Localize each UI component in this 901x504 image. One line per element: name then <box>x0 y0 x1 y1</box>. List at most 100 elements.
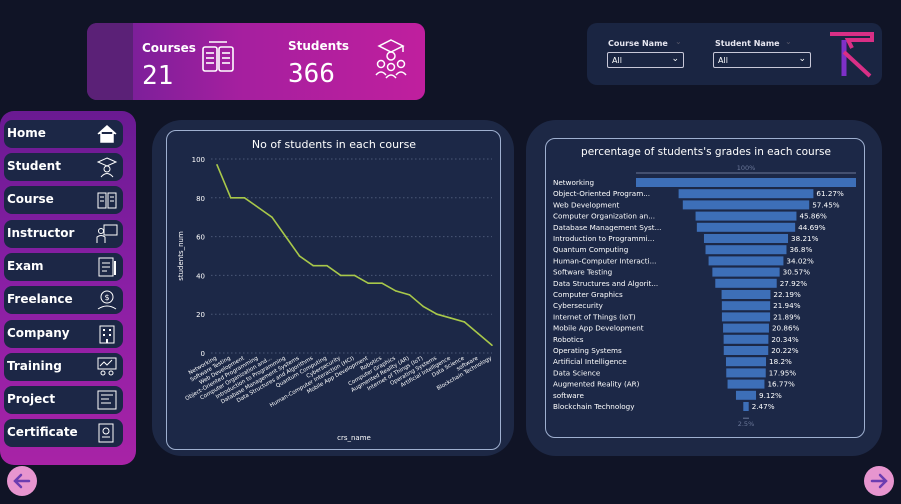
bar <box>727 379 765 389</box>
bar <box>696 222 796 232</box>
chevron-down-icon: ⌄ <box>671 54 679 64</box>
course-filter-chevron-icon[interactable]: ⌄ <box>675 37 682 46</box>
y-tick-label: 0 <box>201 350 205 358</box>
value-label: 61.27% <box>816 189 844 198</box>
data-point <box>477 332 480 335</box>
data-point <box>257 206 260 209</box>
data-point <box>298 255 301 257</box>
value-label: 22.19% <box>773 290 801 299</box>
value-label: 16.77% <box>767 380 795 389</box>
sidebar-item-student[interactable]: Student <box>4 153 123 181</box>
category-label: Introduction to Programmi... <box>553 234 655 243</box>
course-filter-select[interactable]: All ⌄ <box>607 52 684 68</box>
sidebar-item-exam[interactable]: Exam <box>4 253 123 281</box>
kpi-card: Courses 21 Students 366 <box>87 23 425 100</box>
y-tick-label: 40 <box>196 272 205 280</box>
value-label: 45.86% <box>799 212 827 221</box>
arrow-left-icon <box>13 473 31 489</box>
data-point <box>436 313 438 315</box>
value-label: 20.22% <box>771 346 799 355</box>
sidebar-item-company[interactable]: Company <box>4 320 123 348</box>
kpi-band <box>87 23 133 100</box>
category-label: Software Testing <box>553 268 612 277</box>
sidebar-item-label: Project <box>7 392 56 406</box>
category-label: Database Management Syst... <box>553 223 661 232</box>
sidebar-item-home[interactable]: Home <box>4 120 123 148</box>
value-label: 34.02% <box>786 256 814 265</box>
next-page-button[interactable] <box>864 466 894 496</box>
sidebar-item-label: Company <box>7 326 70 340</box>
sidebar-item-training[interactable]: Training <box>4 353 123 381</box>
home-icon <box>95 122 119 146</box>
category-label: Human-Computer Interacti... <box>553 256 656 265</box>
chevron-down-icon: ⌄ <box>798 54 806 64</box>
bar <box>723 346 769 355</box>
data-point <box>394 290 397 292</box>
sidebar-item-course[interactable]: Course <box>4 186 123 214</box>
data-point <box>284 235 287 238</box>
training-icon <box>95 355 119 379</box>
category-label: Object-Oriented Program... <box>553 189 650 198</box>
sidebar-item-freelance[interactable]: Freelance $ <box>4 286 123 314</box>
bar-chart-title: percentage of students's grades in each … <box>581 146 831 158</box>
line-chart-panel: No of students in each course 0 20 40 60 80 10… <box>166 130 501 450</box>
y-tick-label: 80 <box>196 195 205 203</box>
value-label: 21.89% <box>773 312 801 321</box>
teacher-icon <box>95 222 119 246</box>
bar-chart-panel: percentage of students's grades in each … <box>545 138 865 438</box>
sidebar-item-label: Instructor <box>7 226 75 240</box>
courses-label: Courses <box>142 41 196 55</box>
category-label: Computer Organization an... <box>553 212 655 221</box>
bar <box>703 234 789 243</box>
arrow-right-icon <box>870 473 888 489</box>
value-label: 17.95% <box>769 368 797 377</box>
bar <box>735 390 757 400</box>
data-point <box>353 274 356 277</box>
category-label: Cybersecurity <box>553 301 604 310</box>
sidebar-item-certificate[interactable]: Certificate <box>4 419 123 447</box>
data-point <box>491 344 493 347</box>
sidebar-item-label: Student <box>7 159 61 173</box>
data-point <box>408 294 411 296</box>
data-point <box>271 216 273 218</box>
value-label: 30.57% <box>783 268 811 277</box>
category-label: Networking <box>553 178 594 187</box>
data-point <box>243 197 246 199</box>
top-percent-label: 100% <box>737 164 756 172</box>
courses-value: 21 <box>142 61 174 91</box>
bar <box>715 278 777 288</box>
previous-page-button[interactable] <box>7 466 37 496</box>
bar <box>682 200 810 210</box>
bar <box>723 334 769 344</box>
bottom-percent-label: 2.5% <box>738 420 755 428</box>
data-point <box>326 264 328 267</box>
svg-text:$: $ <box>104 293 109 302</box>
value-label: 20.34% <box>771 335 799 344</box>
value-label: 9.12% <box>759 391 782 400</box>
sidebar-item-label: Certificate <box>7 425 78 439</box>
value-label: 2.47% <box>752 402 775 411</box>
sidebar: Home Student Course Instructor Exam Freelance… <box>0 111 136 465</box>
sidebar-item-instructor[interactable]: Instructor <box>4 220 123 248</box>
bar <box>712 267 780 277</box>
brand-logo-icon <box>826 30 878 80</box>
bar <box>695 211 797 221</box>
exam-icon <box>95 255 119 279</box>
category-label: Blockchain Technology <box>553 402 635 411</box>
value-label: 57.45% <box>812 200 840 209</box>
bar <box>725 357 767 367</box>
category-label: software <box>553 391 584 400</box>
value-label: 21.94% <box>773 301 801 310</box>
sidebar-item-project[interactable]: Project <box>4 386 123 414</box>
building-icon <box>95 322 119 346</box>
value-label: 27.92% <box>780 279 808 288</box>
category-label: Operating Systems <box>553 346 622 355</box>
category-label: Internet of Things (IoT) <box>553 312 636 321</box>
student-filter-select[interactable]: All ⌄ <box>713 52 811 68</box>
data-point <box>229 197 232 199</box>
student-filter-chevron-icon[interactable]: ⌄ <box>785 37 792 46</box>
freelance-icon: $ <box>95 288 119 312</box>
category-label: Robotics <box>553 335 584 344</box>
data-point <box>216 164 218 166</box>
value-label: 38.21% <box>791 234 819 243</box>
